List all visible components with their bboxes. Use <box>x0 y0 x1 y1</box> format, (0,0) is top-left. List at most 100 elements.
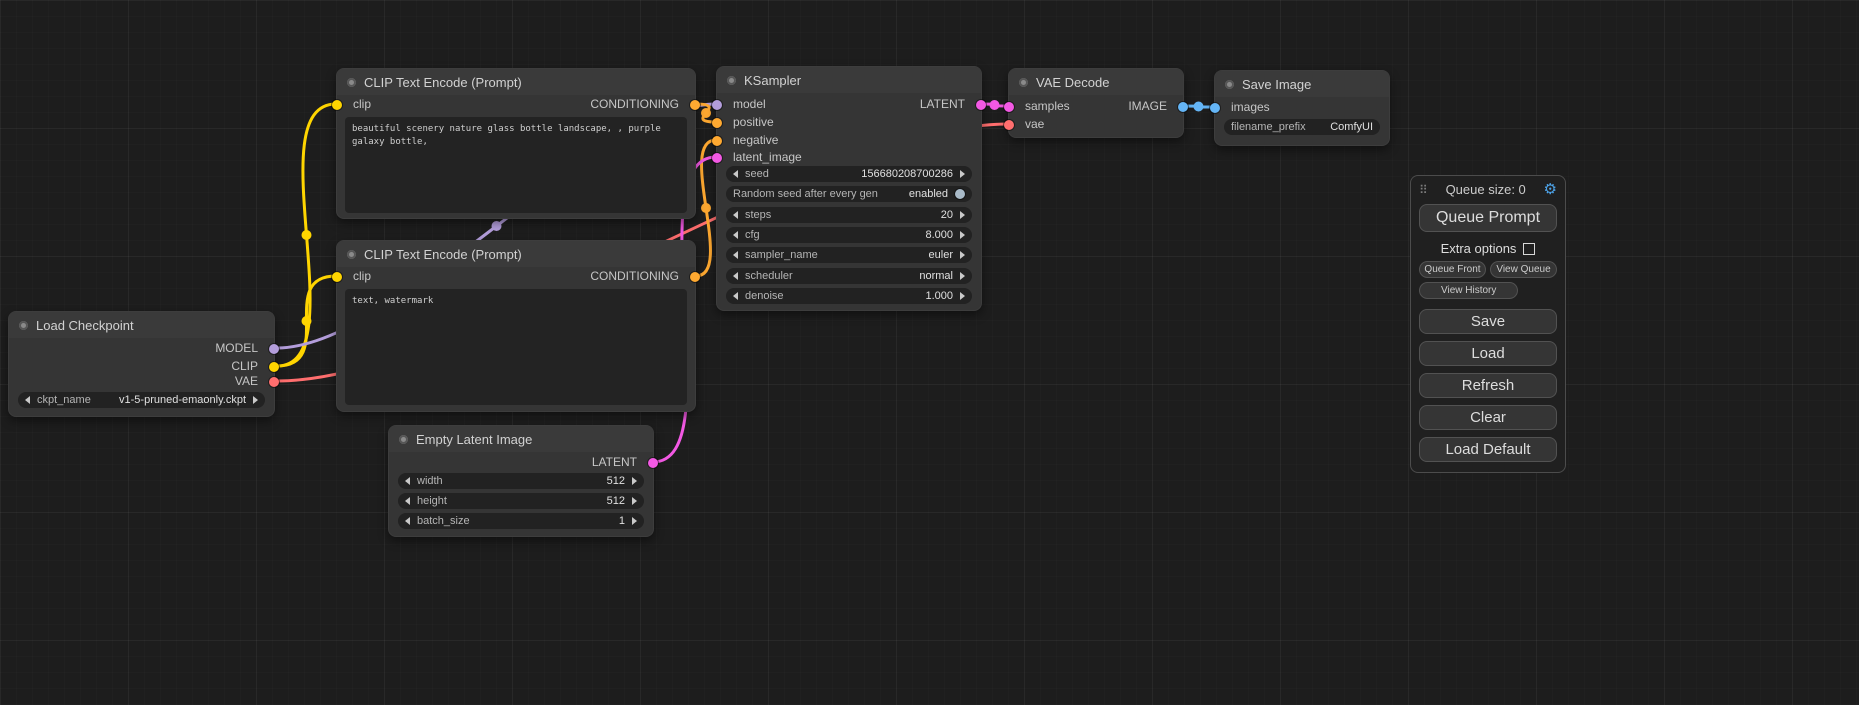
collapse-dot-icon[interactable] <box>347 78 356 87</box>
view-history-row: View History <box>1419 282 1557 299</box>
link-midpoint-dot <box>701 203 711 213</box>
prev-arrow-icon[interactable] <box>733 251 738 259</box>
conditioning-output-port[interactable] <box>690 100 700 110</box>
decrement-arrow-icon[interactable] <box>733 292 738 300</box>
decrement-arrow-icon[interactable] <box>405 497 410 505</box>
collapse-dot-icon[interactable] <box>347 250 356 259</box>
widget-value: 512 <box>607 495 625 507</box>
prev-arrow-icon[interactable] <box>733 272 738 280</box>
prev-arrow-icon[interactable] <box>25 396 30 404</box>
batch-size-widget[interactable]: batch_size 1 <box>398 513 644 529</box>
node-header[interactable]: Load Checkpoint <box>9 312 274 338</box>
increment-arrow-icon[interactable] <box>960 211 965 219</box>
input-label-samples: samples <box>1025 100 1070 113</box>
positive-prompt-textarea[interactable]: beautiful scenery nature glass bottle la… <box>345 117 687 213</box>
model-output-port[interactable] <box>269 344 279 354</box>
negative-prompt-textarea[interactable]: text, watermark <box>345 289 687 405</box>
width-widget[interactable]: width 512 <box>398 473 644 489</box>
widget-label: width <box>417 475 443 487</box>
increment-arrow-icon[interactable] <box>960 170 965 178</box>
scheduler-widget[interactable]: scheduler normal <box>726 268 972 284</box>
clip-input-port[interactable] <box>332 100 342 110</box>
next-arrow-icon[interactable] <box>253 396 258 404</box>
link-midpoint-dot <box>302 230 312 240</box>
decrement-arrow-icon[interactable] <box>405 477 410 485</box>
image-output-port[interactable] <box>1178 102 1188 112</box>
decrement-arrow-icon[interactable] <box>733 170 738 178</box>
node-vae-decode[interactable]: VAE Decode samples vae IMAGE <box>1008 68 1184 138</box>
latent-image-input-port[interactable] <box>712 153 722 163</box>
clip-input-port[interactable] <box>332 272 342 282</box>
node-ksampler[interactable]: KSampler model positive negative latent_… <box>716 66 982 311</box>
positive-input-port[interactable] <box>712 118 722 128</box>
extra-options-label: Extra options <box>1441 241 1517 256</box>
random-seed-toggle[interactable]: Random seed after every gen enabled <box>726 186 972 202</box>
seed-widget[interactable]: seed 156680208700286 <box>726 166 972 182</box>
samples-input-port[interactable] <box>1004 102 1014 112</box>
node-clip-text-encode-positive[interactable]: CLIP Text Encode (Prompt) clip CONDITION… <box>336 68 696 219</box>
clip-output-port[interactable] <box>269 362 279 372</box>
view-history-button[interactable]: View History <box>1419 282 1518 299</box>
increment-arrow-icon[interactable] <box>632 497 637 505</box>
negative-input-port[interactable] <box>712 136 722 146</box>
increment-arrow-icon[interactable] <box>960 292 965 300</box>
clear-button[interactable]: Clear <box>1419 405 1557 430</box>
decrement-arrow-icon[interactable] <box>405 517 410 525</box>
drag-handle-icon[interactable]: ⠿ <box>1419 183 1428 197</box>
collapse-dot-icon[interactable] <box>19 321 28 330</box>
extra-options-checkbox[interactable] <box>1523 243 1535 255</box>
node-title: Empty Latent Image <box>416 432 532 447</box>
view-queue-button[interactable]: View Queue <box>1490 261 1557 278</box>
decrement-arrow-icon[interactable] <box>733 211 738 219</box>
output-label-conditioning: CONDITIONING <box>590 98 679 111</box>
queue-panel-header: ⠿ Queue size: 0 ⚙ <box>1419 182 1557 197</box>
node-graph-canvas[interactable]: Load Checkpoint MODEL CLIP VAE ckpt_name… <box>0 0 1859 705</box>
steps-widget[interactable]: steps 20 <box>726 207 972 223</box>
widget-value: ComfyUI <box>1330 121 1373 133</box>
load-default-button[interactable]: Load Default <box>1419 437 1557 462</box>
collapse-dot-icon[interactable] <box>727 76 736 85</box>
node-header[interactable]: CLIP Text Encode (Prompt) <box>337 69 695 95</box>
node-load-checkpoint[interactable]: Load Checkpoint MODEL CLIP VAE ckpt_name… <box>8 311 275 417</box>
denoise-widget[interactable]: denoise 1.000 <box>726 288 972 304</box>
images-input-port[interactable] <box>1210 103 1220 113</box>
widget-label: batch_size <box>417 515 470 527</box>
decrement-arrow-icon[interactable] <box>733 231 738 239</box>
widget-label: cfg <box>745 229 760 241</box>
vae-output-port[interactable] <box>269 377 279 387</box>
node-header[interactable]: Save Image <box>1215 71 1389 97</box>
increment-arrow-icon[interactable] <box>632 477 637 485</box>
node-header[interactable]: Empty Latent Image <box>389 426 653 452</box>
load-button[interactable]: Load <box>1419 341 1557 366</box>
vae-input-port[interactable] <box>1004 120 1014 130</box>
node-clip-text-encode-negative[interactable]: CLIP Text Encode (Prompt) clip CONDITION… <box>336 240 696 412</box>
save-button[interactable]: Save <box>1419 309 1557 334</box>
queue-prompt-button[interactable]: Queue Prompt <box>1419 204 1557 232</box>
toggle-dot-icon[interactable] <box>955 189 965 199</box>
node-header[interactable]: VAE Decode <box>1009 69 1183 95</box>
ckpt-name-widget[interactable]: ckpt_name v1-5-pruned-emaonly.ckpt <box>18 392 265 408</box>
model-input-port[interactable] <box>712 100 722 110</box>
node-header[interactable]: CLIP Text Encode (Prompt) <box>337 241 695 267</box>
collapse-dot-icon[interactable] <box>1225 80 1234 89</box>
refresh-button[interactable]: Refresh <box>1419 373 1557 398</box>
queue-front-button[interactable]: Queue Front <box>1419 261 1486 278</box>
collapse-dot-icon[interactable] <box>399 435 408 444</box>
latent-output-port[interactable] <box>648 458 658 468</box>
node-header[interactable]: KSampler <box>717 67 981 93</box>
collapse-dot-icon[interactable] <box>1019 78 1028 87</box>
latent-output-port[interactable] <box>976 100 986 110</box>
input-label-negative: negative <box>733 134 778 147</box>
height-widget[interactable]: height 512 <box>398 493 644 509</box>
filename-prefix-widget[interactable]: filename_prefix ComfyUI <box>1224 119 1380 135</box>
cfg-widget[interactable]: cfg 8.000 <box>726 227 972 243</box>
node-empty-latent-image[interactable]: Empty Latent Image LATENT width 512 heig… <box>388 425 654 537</box>
increment-arrow-icon[interactable] <box>632 517 637 525</box>
increment-arrow-icon[interactable] <box>960 231 965 239</box>
settings-gear-icon[interactable]: ⚙ <box>1544 183 1557 197</box>
next-arrow-icon[interactable] <box>960 272 965 280</box>
conditioning-output-port[interactable] <box>690 272 700 282</box>
sampler-name-widget[interactable]: sampler_name euler <box>726 247 972 263</box>
next-arrow-icon[interactable] <box>960 251 965 259</box>
node-save-image[interactable]: Save Image images filename_prefix ComfyU… <box>1214 70 1390 146</box>
